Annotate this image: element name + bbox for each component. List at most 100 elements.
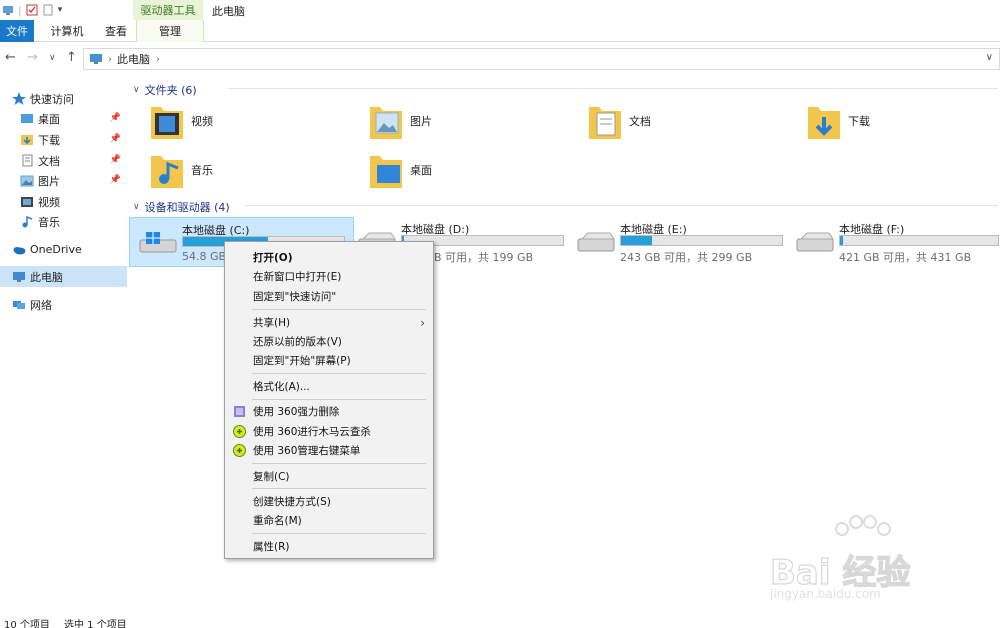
folder-desktop[interactable]: 桌面 [368,149,568,191]
sidebar-item-network[interactable]: 网络 [0,294,127,315]
documents-folder-icon [22,154,33,167]
sidebar-item-pictures[interactable]: 图片 📌 [0,170,127,191]
folder-documents[interactable]: 文档 [587,100,787,142]
menu-item-open[interactable]: 打开(O) [225,248,433,267]
this-pc-icon [13,272,25,282]
sidebar-item-quick-access[interactable]: 快速访问 [0,88,127,109]
menu-item-pin-quick-access[interactable]: 固定到"快速访问" [225,287,433,306]
360-shred-icon [234,406,245,417]
menu-item-share[interactable]: 共享(H) › [225,313,433,332]
pc-small-icon [3,6,13,15]
up-arrow-icon[interactable]: ↑ [66,50,77,65]
menu-separator [252,463,426,464]
folder-music[interactable]: 音乐 [149,149,349,191]
menu-separator [252,373,426,374]
sidebar-item-videos[interactable]: 视频 [0,191,127,212]
sidebar-item-onedrive[interactable]: OneDrive [0,239,127,260]
baidu-jingyan-watermark: Bai 经验 jingyan.baidu.com [769,515,990,610]
folder-pictures[interactable]: 图片 [368,100,568,142]
videos-folder-icon [21,197,33,207]
music-folder-icon [151,156,183,188]
address-bar[interactable]: › 此电脑 › ∨ [83,48,1000,70]
menu-separator [252,309,426,310]
menu-item-copy[interactable]: 复制(C) [225,467,433,486]
pin-icon[interactable]: 📌 [110,113,121,123]
music-folder-icon [22,215,33,228]
status-bar: 10 个项目 选中 1 个项目 [0,614,1000,628]
pin-icon[interactable]: 📌 [110,155,121,165]
folders-group-header[interactable]: ∨ 文件夹 (6) [133,82,998,98]
collapse-chevron-icon[interactable]: ∨ [133,202,140,212]
address-dropdown-icon[interactable]: ∨ [986,52,993,63]
tab-view[interactable]: 查看 [96,20,136,42]
hard-drive-icon [577,232,615,252]
sidebar-item-downloads[interactable]: 下载 📌 [0,129,127,150]
menu-item-pin-start[interactable]: 固定到"开始"屏幕(P) [225,351,433,370]
new-folder-icon[interactable] [42,4,54,16]
navigation-bar: ← → ∨ ↑ › 此电脑 › ∨ [0,44,1000,72]
menu-item-restore-versions[interactable]: 还原以前的版本(V) [225,332,433,351]
menu-item-360-manager[interactable]: 使用 360管理右键菜单 [225,441,433,460]
forward-arrow-icon[interactable]: → [27,50,38,65]
menu-separator [252,399,426,400]
tab-file[interactable]: 文件 [0,20,34,42]
pin-icon[interactable]: 📌 [110,175,121,185]
folder-videos[interactable]: 视频 [149,100,349,142]
drive-tools-context-label: 驱动器工具 [133,0,203,20]
breadcrumb-this-pc[interactable]: 此电脑 [117,51,150,67]
drive-usage-bar [620,235,783,246]
back-arrow-icon[interactable]: ← [5,50,16,65]
customize-qat-icon[interactable]: ▾ [58,5,63,15]
windows-drive-icon [139,232,177,253]
ribbon-tabs: 文件 计算机 查看 管理 [0,20,1000,42]
menu-item-360-antivirus[interactable]: 使用 360进行木马云查杀 [225,422,433,441]
menu-item-format[interactable]: 格式化(A)... [225,377,433,396]
quick-access-toolbar: | ▾ [0,2,62,18]
divider [228,88,998,89]
menu-separator [252,533,426,534]
pictures-folder-icon [370,107,402,139]
drive-e[interactable]: 本地磁盘 (E:) 243 GB 可用，共 299 GB [568,217,793,267]
sidebar-item-this-pc[interactable]: 此电脑 [0,266,127,287]
hard-drive-icon [796,232,834,252]
menu-item-create-shortcut[interactable]: 创建快捷方式(S) [225,492,433,511]
download-folder-icon [21,135,33,145]
drive-usage-fill [840,236,844,245]
network-icon [13,301,25,309]
collapse-chevron-icon[interactable]: ∨ [133,85,140,95]
pin-icon[interactable]: 📌 [110,134,121,144]
desktop-folder-icon [21,114,33,123]
360-manager-icon [233,444,246,457]
tab-manage[interactable]: 管理 [136,20,204,42]
documents-folder-icon [589,107,621,139]
navigation-pane: 快速访问 桌面 📌 下载 📌 文档 📌 图片 📌 视频 音乐 OneDrive … [0,78,127,608]
divider [245,205,998,206]
menu-item-rename[interactable]: 重命名(M) [225,511,433,530]
drive-f[interactable]: 本地磁盘 (F:) 421 GB 可用，共 431 GB [787,217,1000,267]
breadcrumb-chevron-icon[interactable]: › [156,54,160,65]
tab-computer[interactable]: 计算机 [44,20,90,42]
title-bar: | ▾ 驱动器工具 此电脑 [0,0,1000,20]
properties-icon[interactable] [26,4,38,16]
videos-folder-icon [151,107,183,139]
download-folder-icon [808,107,840,139]
window-title: 此电脑 [212,5,245,18]
drives-group-header[interactable]: ∨ 设备和驱动器 (4) [133,199,998,215]
menu-item-360-shred[interactable]: 使用 360强力删除 [225,402,433,421]
sidebar-item-documents[interactable]: 文档 📌 [0,150,127,171]
item-count: 10 个项目 [4,620,50,628]
drive-usage-fill [621,236,652,245]
breadcrumb-separator-icon[interactable]: › [108,54,112,65]
360-antivirus-icon [233,425,246,438]
onedrive-cloud-icon [13,247,26,255]
recent-locations-chevron-icon[interactable]: ∨ [49,53,56,63]
pictures-folder-icon [20,175,34,187]
menu-item-properties[interactable]: 属性(R) [225,537,433,556]
menu-item-open-new-window[interactable]: 在新窗口中打开(E) [225,267,433,286]
sidebar-item-desktop[interactable]: 桌面 📌 [0,108,127,129]
sidebar-item-music[interactable]: 音乐 [0,211,127,232]
desktop-folder-icon [370,156,402,188]
folder-downloads[interactable]: 下载 [806,100,1000,142]
menu-separator [252,488,426,489]
drive-usage-bar [839,235,999,246]
